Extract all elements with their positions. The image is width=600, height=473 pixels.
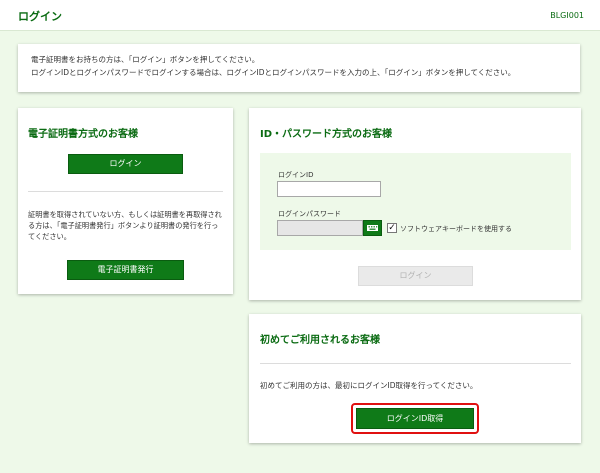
first-time-divider [260,363,571,364]
get-login-id-button[interactable]: ログインID取得 [356,408,474,429]
keyboard-icon [367,225,378,231]
software-keyboard-button[interactable] [363,220,382,236]
first-time-description: 初めてご利用の方は、最初にログインID取得を行ってください。 [260,381,478,390]
login-password-label: ログインパスワード [278,210,341,218]
software-keyboard-checkbox[interactable]: ✓ [387,223,397,233]
login-id-input[interactable] [277,181,381,197]
id-password-login-button[interactable]: ログイン [358,266,473,286]
header-bar: ログイン BLGI001 [0,0,600,31]
certificate-description: 証明書を取得されていない方、もしくは証明書を再取得される方は、「電子証明書発行」… [28,210,222,241]
id-password-login-card: ID・パスワード方式のお客様 ログインID ログインパスワード ✓ ソフトウェア… [249,108,581,300]
id-password-section-title: ID・パスワード方式のお客様 [260,129,393,140]
login-id-label: ログインID [278,171,314,179]
software-keyboard-label: ソフトウェアキーボードを使用する [400,225,512,233]
first-time-user-card: 初めてご利用されるお客様 初めてご利用の方は、最初にログインID取得を行ってくだ… [249,314,581,443]
issue-certificate-button[interactable]: 電子証明書発行 [67,260,184,280]
certificate-login-card: 電子証明書方式のお客様 ログイン 証明書を取得されていない方、もしくは証明書を再… [18,108,233,294]
first-time-section-title: 初めてご利用されるお客様 [260,335,380,346]
certificate-login-button[interactable]: ログイン [68,154,183,174]
login-form-panel: ログインID ログインパスワード ✓ ソフトウェアキーボードを使用する [260,153,571,250]
notice-line-1: 電子証明書をお持ちの方は、「ログイン」ボタンを押してください。 [31,55,260,64]
notice-box: 電子証明書をお持ちの方は、「ログイン」ボタンを押してください。 ログインIDとロ… [18,44,580,92]
certificate-section-title: 電子証明書方式のお客様 [28,129,138,140]
login-password-input[interactable] [277,220,363,236]
certificate-divider [28,191,223,192]
screen-code: BLGI001 [550,11,584,20]
page-title: ログイン [18,10,62,23]
notice-line-2: ログインIDとログインパスワードでログインする場合は、ログインIDとログインパス… [31,68,516,77]
